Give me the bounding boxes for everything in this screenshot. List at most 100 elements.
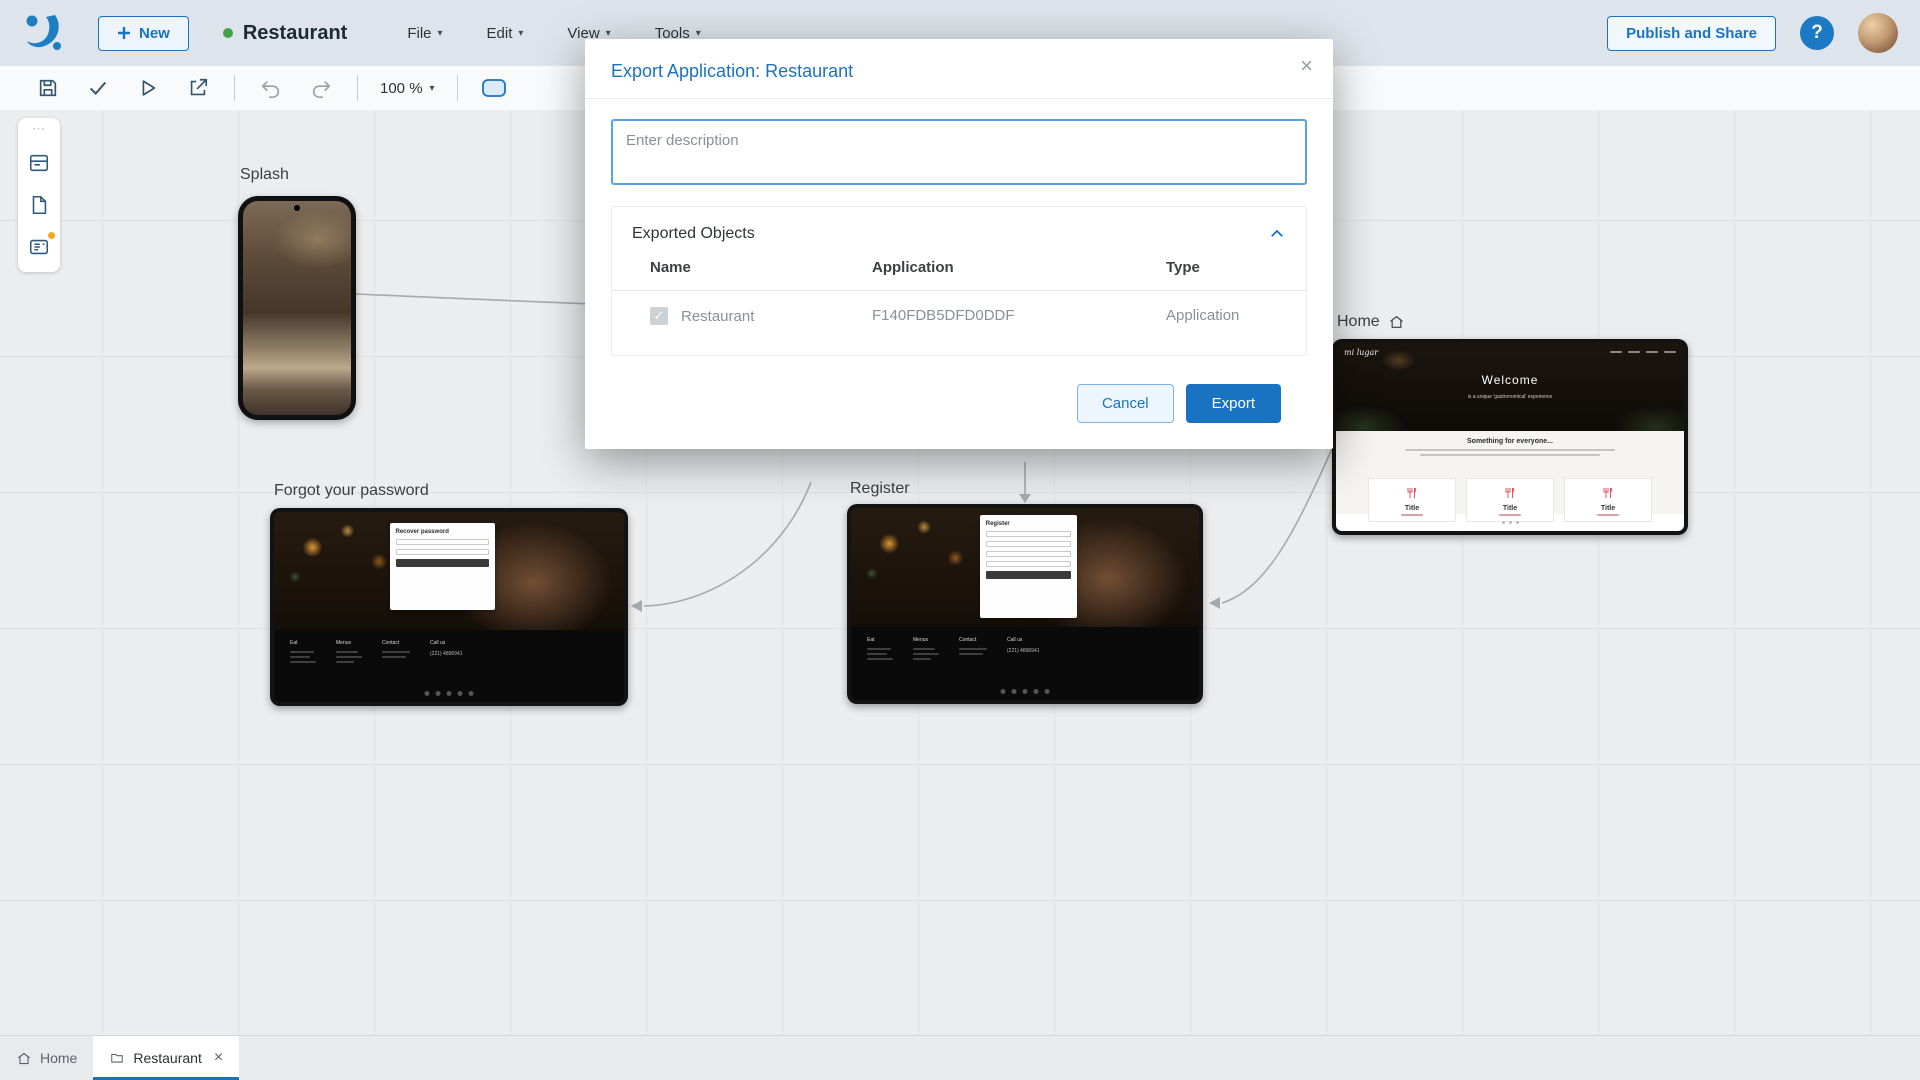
toolbar-separator — [456, 75, 458, 101]
form-button — [985, 571, 1072, 580]
text-line — [336, 655, 362, 658]
cancel-button[interactable]: Cancel — [1076, 384, 1174, 423]
chevron-down-icon: ▾ — [605, 27, 611, 39]
text-line — [336, 650, 358, 653]
forms-tool-icon[interactable] — [26, 150, 52, 176]
menu-file[interactable]: File ▾ — [407, 25, 442, 42]
footer-phone: (221) 4896941 — [430, 650, 463, 657]
name-cell: ✓ Restaurant — [650, 307, 872, 325]
tab-restaurant[interactable]: Restaurant × — [93, 1036, 240, 1080]
redo-button[interactable] — [307, 74, 335, 102]
row-name: Restaurant — [681, 307, 755, 325]
cutlery-icon — [1603, 485, 1613, 503]
dialog-body: Exported Objects Name Application Type — [585, 99, 1333, 423]
text-line — [913, 653, 939, 656]
zoom-control[interactable]: 100 % ▾ — [380, 80, 435, 97]
column-name: Name — [650, 259, 691, 276]
export-share-button[interactable] — [184, 74, 212, 102]
undo-button[interactable] — [257, 74, 285, 102]
bottom-tab-bar: Home Restaurant × — [0, 1035, 1920, 1080]
footer-heading: Menus — [913, 637, 929, 644]
forgot-password-screen-label: Forgot your password — [274, 482, 429, 499]
feature-card: Title — [1564, 478, 1652, 523]
user-avatar[interactable] — [1858, 13, 1898, 53]
intro-title: Something for everyone... — [1467, 438, 1553, 446]
export-button[interactable]: Export — [1185, 384, 1281, 423]
app-title-group: Restaurant — [222, 22, 347, 45]
builder-side-panel: ⋯ — [18, 118, 60, 272]
feature-cards: Title Title Title — [1336, 476, 1684, 523]
app-logo-icon[interactable] — [22, 12, 68, 54]
home-screen-card[interactable]: mi lugar Welcome is a unique 'gastronomi… — [1332, 339, 1688, 535]
form-input — [985, 551, 1072, 558]
forgot-password-screen-preview: Recover password Eat Menus Contact Call … — [274, 512, 624, 702]
text-line — [867, 653, 887, 656]
text-line — [867, 648, 891, 651]
home-screen-label: Home — [1337, 313, 1380, 330]
splash-screen-photo — [243, 201, 351, 415]
exported-objects-section: Exported Objects Name Application Type ✓… — [611, 206, 1307, 356]
phone-camera-dot — [294, 205, 300, 211]
footer-phone: (221) 4896941 — [1007, 648, 1040, 655]
table-header-row: Name Application Type — [612, 259, 1306, 290]
chevron-down-icon: ▾ — [429, 82, 435, 94]
drag-handle-icon[interactable]: ⋯ — [32, 122, 46, 135]
new-button[interactable]: New — [98, 15, 189, 51]
run-preview-button[interactable] — [134, 74, 162, 102]
close-icon[interactable]: × — [214, 1049, 223, 1067]
column-application: Application — [872, 259, 954, 276]
section-title: Exported Objects — [632, 225, 755, 242]
social-icons — [424, 691, 474, 696]
splash-screen-card[interactable] — [238, 196, 356, 420]
footer-heading: Menus — [336, 639, 352, 646]
footer-heading: Call us — [430, 639, 446, 646]
text-line — [1597, 513, 1619, 516]
zoom-value: 100 % — [380, 79, 423, 97]
toolbar-separator — [357, 75, 358, 101]
chevron-up-icon[interactable] — [1268, 225, 1286, 243]
text-line — [290, 655, 310, 658]
publish-and-share-button[interactable]: Publish and Share — [1607, 15, 1776, 51]
dialog-title: Export Application: Restaurant — [611, 61, 854, 81]
tab-home[interactable]: Home — [0, 1036, 93, 1080]
screen-photo: Register — [851, 508, 1199, 628]
footer-column: Contact — [382, 640, 410, 702]
text-line — [290, 660, 316, 663]
footer-heading: Eat — [867, 637, 875, 644]
feature-card: Title — [1466, 478, 1554, 523]
text-line — [959, 648, 987, 651]
form-input — [985, 541, 1072, 548]
screen-photo: Recover password — [274, 512, 624, 630]
check-icon: ✓ — [653, 308, 665, 323]
toolbar-separator — [234, 75, 235, 101]
splash-screen-label: Splash — [240, 166, 289, 183]
card-title: Title — [1600, 504, 1616, 512]
text-line — [1420, 454, 1600, 457]
forgot-password-screen-card[interactable]: Recover password Eat Menus Contact Call … — [270, 508, 628, 706]
text-line — [959, 653, 983, 656]
app-window: New Restaurant File ▾ Edit ▾ View ▾ Tool… — [0, 0, 1920, 1080]
table-row: ✓ Restaurant F140FDB5DFD0DDF Application — [612, 291, 1306, 355]
form-title: Register — [985, 521, 1010, 528]
register-screen-card[interactable]: Register Eat Menus Contact Call us (221)… — [847, 504, 1203, 704]
close-icon[interactable]: × — [1300, 55, 1313, 77]
fit-viewport-button[interactable] — [480, 74, 508, 102]
section-header: Exported Objects — [612, 207, 1306, 259]
footer-column: Eat — [867, 637, 893, 700]
description-input[interactable] — [611, 119, 1307, 185]
question-mark: ? — [1811, 22, 1823, 43]
row-type: Application — [1166, 307, 1240, 324]
row-checkbox[interactable]: ✓ — [650, 307, 668, 325]
pages-tool-icon[interactable] — [26, 192, 52, 218]
chevron-down-icon: ▾ — [695, 27, 701, 39]
row-application-id: F140FDB5DFD0DDF — [872, 307, 1015, 324]
plus-icon — [117, 26, 131, 40]
text-line — [382, 655, 406, 658]
help-icon[interactable]: ? — [1800, 16, 1834, 50]
save-button[interactable] — [34, 74, 62, 102]
validate-button[interactable] — [84, 74, 112, 102]
screens-tool-icon[interactable] — [26, 231, 56, 260]
menu-file-label: File — [407, 24, 432, 42]
footer-heading: Call us — [1007, 637, 1023, 644]
menu-edit[interactable]: Edit ▾ — [487, 25, 524, 42]
